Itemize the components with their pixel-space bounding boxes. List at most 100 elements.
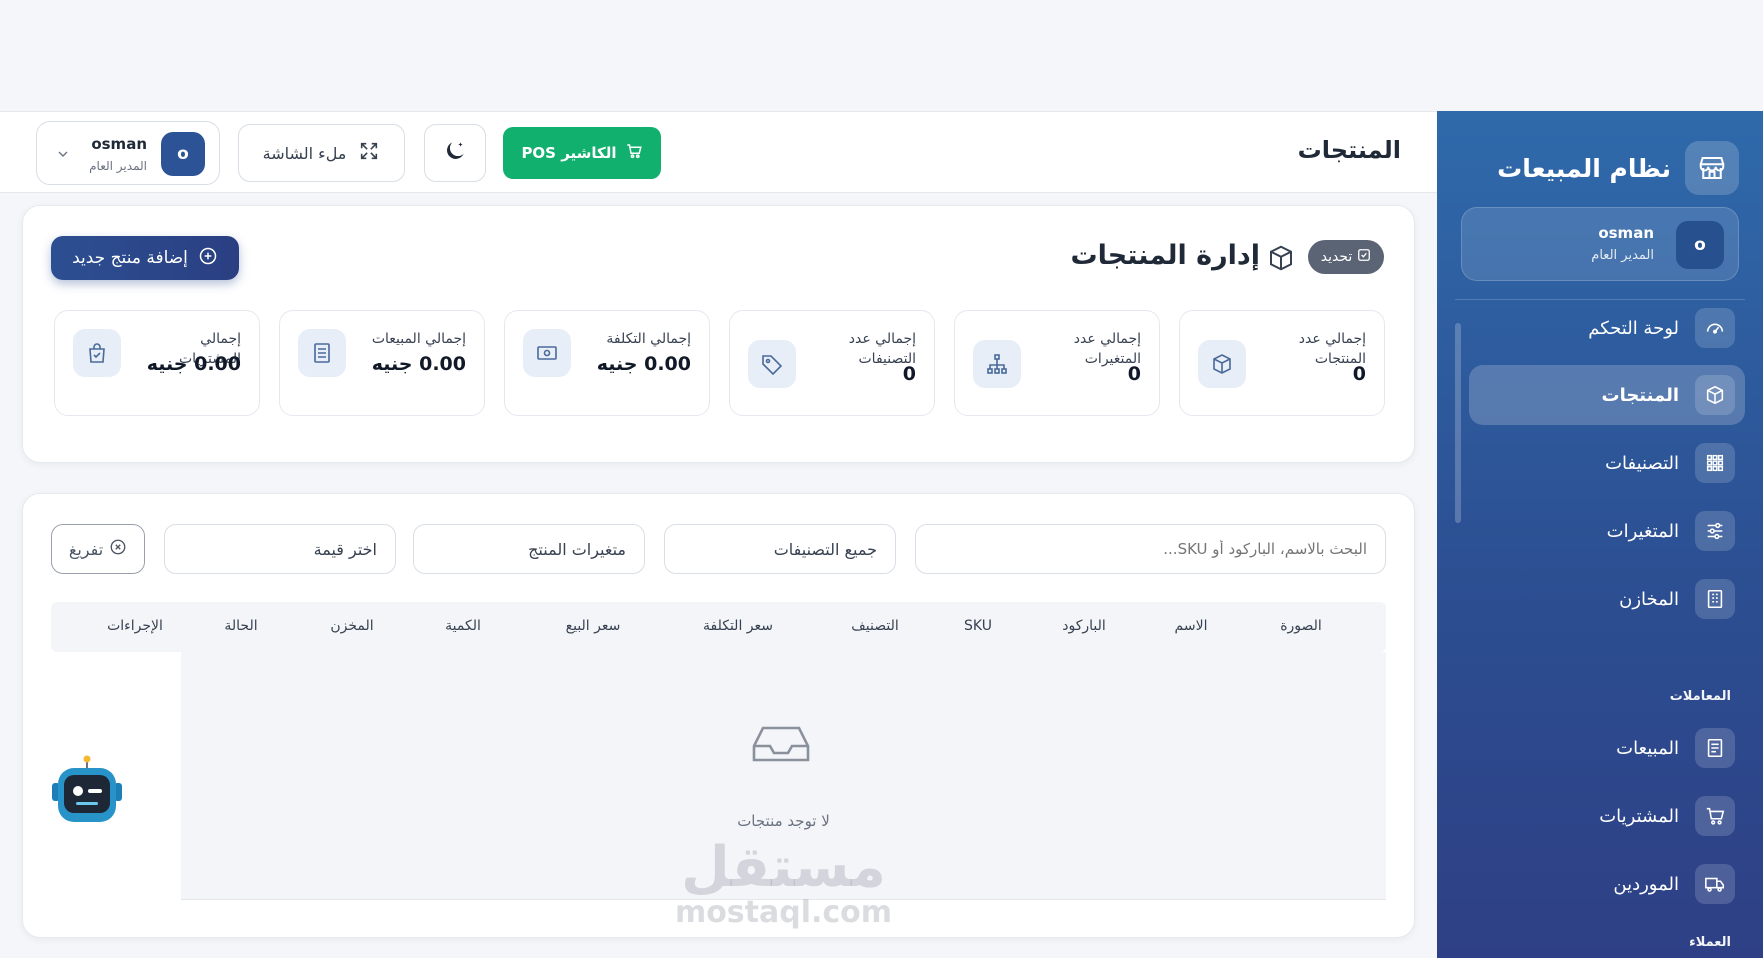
stat-total-cost: إجمالي التكلفة 0.00 جنيه <box>504 310 710 416</box>
sidebar-item-label: لوحة التحكم <box>1588 317 1679 339</box>
brand-title: نظام المبيعات <box>1497 153 1671 183</box>
sidebar-item-purchases[interactable]: المشتريات <box>1469 786 1745 846</box>
assistant-bot-button[interactable] <box>48 755 126 835</box>
stat-value: 0 <box>902 363 916 385</box>
sidebar-user-card[interactable]: o osman المدير العام <box>1461 207 1739 281</box>
products-table-card: جميع التصنيفات متغيرات المنتج اختر قيمة … <box>22 493 1415 938</box>
value-select[interactable]: اختر قيمة <box>164 524 396 574</box>
x-circle-icon <box>109 538 127 560</box>
inbox-icon <box>751 722 811 770</box>
column-header-status[interactable]: الحالة <box>224 618 257 634</box>
refresh-badge[interactable]: تحديد <box>1308 240 1384 274</box>
hierarchy-icon <box>973 340 1021 388</box>
empty-message: لا توجد منتجات <box>737 812 830 830</box>
sidebar-item-label: المنتجات <box>1601 384 1679 406</box>
products-summary-card: تحديد إدارة المنتجات إضافة منتج جديد إجم… <box>22 205 1415 463</box>
stat-label: إجمالي المبيعات <box>371 331 466 347</box>
fullscreen-button[interactable]: ملء الشاشة <box>238 124 405 182</box>
chevron-down-icon <box>55 146 71 166</box>
add-product-button[interactable]: إضافة منتج جديد <box>51 236 239 280</box>
sidebar-item-sales[interactable]: المبيعات <box>1469 718 1745 778</box>
stat-value: 0 <box>1352 363 1366 385</box>
stat-total-variants: إجمالي عدد المتغيرات 0 <box>954 310 1160 416</box>
shopping-bag-icon <box>73 329 121 377</box>
user-role: المدير العام <box>89 159 147 173</box>
clear-filters-button[interactable]: تفريغ <box>51 524 145 574</box>
sidebar-brand: نظام المبيعات <box>1497 141 1739 195</box>
fullscreen-label: ملء الشاشة <box>262 143 347 163</box>
sidebar-section-customers: العملاء <box>1689 935 1731 950</box>
watermark-arabic: مستقل <box>681 835 886 900</box>
column-header-category[interactable]: التصنيف <box>851 618 898 634</box>
column-header-quantity[interactable]: الكمية <box>445 618 481 634</box>
user-name: osman <box>1598 224 1654 242</box>
column-header-actions[interactable]: الإجراءات <box>107 618 163 634</box>
moon-icon <box>442 138 468 168</box>
sidebar-item-dashboard[interactable]: لوحة التحكم <box>1469 298 1745 358</box>
truck-icon <box>1695 864 1735 904</box>
sidebar-item-label: المخازن <box>1619 588 1679 610</box>
stat-value: 0 <box>1127 363 1141 385</box>
category-select[interactable]: جميع التصنيفات <box>664 524 896 574</box>
box-icon <box>1695 375 1735 415</box>
column-header-barcode[interactable]: الباركود <box>1062 618 1106 634</box>
check-square-icon <box>1357 248 1371 266</box>
stat-value: 0.00 جنيه <box>371 353 466 375</box>
receipt-icon <box>298 329 346 377</box>
variants-select[interactable]: متغيرات المنتج <box>413 524 645 574</box>
user-name: osman <box>91 135 147 153</box>
tag-icon <box>748 340 796 388</box>
cart-icon <box>1695 796 1735 836</box>
sidebar-scrollbar[interactable] <box>1455 323 1461 523</box>
sidebar-item-warehouses[interactable]: المخازن <box>1469 569 1745 629</box>
column-header-image[interactable]: الصورة <box>1280 618 1322 634</box>
building-icon <box>1695 579 1735 619</box>
theme-toggle-button[interactable] <box>424 124 486 182</box>
expand-icon <box>358 140 380 166</box>
column-header-sale-price[interactable]: سعر البيع <box>566 618 621 634</box>
add-product-label: إضافة منتج جديد <box>72 248 188 268</box>
sidebar-item-label: الموردين <box>1613 873 1679 895</box>
sliders-icon <box>1695 511 1735 551</box>
stat-total-sales: إجمالي المبيعات 0.00 جنيه <box>279 310 485 416</box>
cart-icon <box>625 142 643 164</box>
stat-total-products: إجمالي عدد المنتجات 0 <box>1179 310 1385 416</box>
grid-icon <box>1695 443 1735 483</box>
search-input[interactable] <box>915 524 1386 574</box>
pos-cashier-button[interactable]: الكاشير POS <box>503 127 661 179</box>
table-header: الصورة الاسم الباركود SKU التصنيف سعر ال… <box>51 602 1386 652</box>
stat-total-categories: إجمالي عدد التصنيفات 0 <box>729 310 935 416</box>
store-icon <box>1685 141 1739 195</box>
sidebar-item-products[interactable]: المنتجات <box>1469 365 1745 425</box>
sidebar-item-variants[interactable]: المتغيرات <box>1469 501 1745 561</box>
pos-button-label: الكاشير POS <box>521 144 617 162</box>
top-band <box>0 0 1763 110</box>
sidebar: نظام المبيعات o osman المدير العام لوحة … <box>1437 111 1763 958</box>
avatar: o <box>161 132 205 176</box>
money-icon <box>523 329 571 377</box>
box-icon <box>1266 243 1296 277</box>
avatar: o <box>1676 221 1724 269</box>
stat-value: 0.00 جنيه <box>596 353 691 375</box>
stat-label: إجمالي عدد التصنيفات <box>848 331 916 367</box>
column-header-sku[interactable]: SKU <box>964 618 992 634</box>
sidebar-item-label: المبيعات <box>1616 737 1679 759</box>
table-empty-state: لا توجد منتجات مستقل mostaql.com <box>181 652 1386 930</box>
user-role: المدير العام <box>1591 248 1654 263</box>
receipt-icon <box>1695 728 1735 768</box>
plus-circle-icon <box>198 246 218 271</box>
watermark-latin: mostaql.com <box>674 895 893 930</box>
column-header-cost-price[interactable]: سعر التكلفة <box>703 618 773 634</box>
sidebar-section-transactions: المعاملات <box>1669 689 1731 704</box>
stat-label: إجمالي التكلفة <box>606 331 691 347</box>
page-title: المنتجات <box>1297 136 1401 164</box>
stat-total-purchases: إجمالي المشتريات 0.00 جنيه <box>54 310 260 416</box>
user-menu-button[interactable]: o osman المدير العام <box>36 121 220 185</box>
sidebar-item-suppliers[interactable]: الموردين <box>1469 854 1745 914</box>
top-header: المنتجات الكاشير POS ملء الشاشة o osman … <box>0 111 1437 193</box>
column-header-warehouse[interactable]: المخزن <box>330 618 373 634</box>
sidebar-item-categories[interactable]: التصنيفات <box>1469 433 1745 493</box>
stat-value: 0.00 جنيه <box>146 353 241 375</box>
column-header-name[interactable]: الاسم <box>1175 618 1208 634</box>
watermark: مستقل mostaql.com <box>181 840 1386 930</box>
